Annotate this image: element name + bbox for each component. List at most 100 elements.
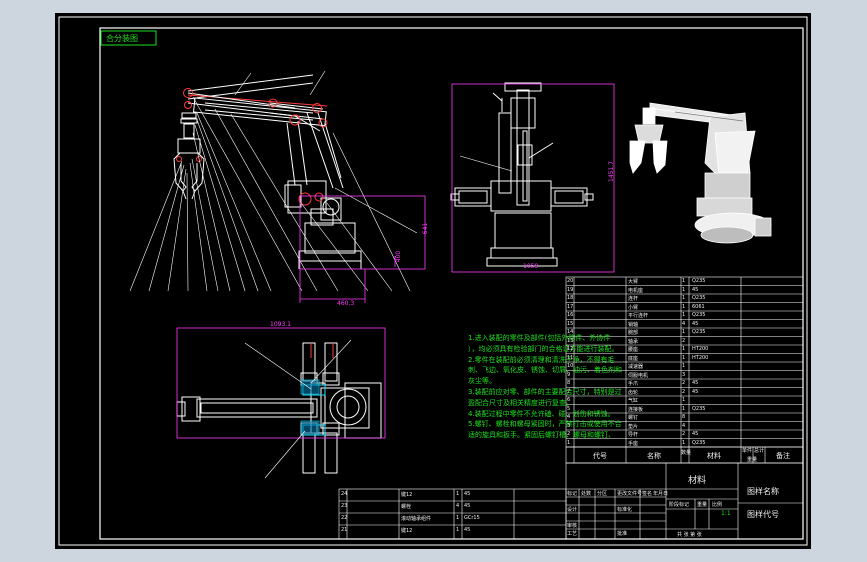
dim-front-small: 400 bbox=[395, 250, 403, 263]
sign-sheet: 共 张 第 张 bbox=[677, 532, 702, 538]
parts-right-name: 小臂 bbox=[628, 304, 639, 311]
parts-right-qty: 1 bbox=[682, 312, 686, 318]
note-line: 盈配合尺寸及相关精度进行复查。 bbox=[468, 398, 573, 407]
parts-right-name: 手爪 bbox=[628, 381, 639, 387]
parts-right-name: 平行连杆 bbox=[628, 313, 649, 319]
parts-bottom-name: 滚动轴承组件 bbox=[401, 516, 432, 522]
parts-right-qty: 2 bbox=[682, 388, 686, 395]
sign-design: 设计 bbox=[567, 507, 578, 513]
parts-right-qty: 1 bbox=[682, 295, 686, 301]
header-qty: 数量 bbox=[681, 450, 692, 456]
parts-right-name: 齿轮 bbox=[628, 389, 639, 396]
parts-right-qty: 2 bbox=[682, 431, 686, 437]
parts-right-qty: 8 bbox=[682, 414, 686, 420]
parts-right-name: 气缸 bbox=[628, 398, 639, 404]
note-line: 刺、飞边、氧化皮、锈蚀、切屑、油污、着色剂和 bbox=[468, 366, 622, 375]
parts-right-name: 手座 bbox=[628, 440, 639, 447]
header-name: 名称 bbox=[647, 452, 661, 460]
parts-bottom-qty: 1 bbox=[456, 527, 460, 533]
sign-change-doc: 更改文件号 bbox=[617, 491, 643, 497]
parts-right-mat: 45 bbox=[692, 431, 699, 437]
header-unit-weight: 单件 bbox=[742, 448, 753, 454]
title-material: 材料 bbox=[688, 476, 707, 486]
side-dimensions bbox=[451, 83, 615, 273]
note-line: 适的旋具和扳手。紧固后螺钉槽、螺母和螺钉、 bbox=[468, 431, 615, 440]
header-total-weight: 总计 bbox=[754, 448, 765, 454]
title-scale: 1:1 bbox=[721, 510, 731, 517]
parts-right-mat: HT200 bbox=[692, 354, 709, 361]
parts-right-no: 17 bbox=[567, 303, 574, 310]
header-remark: 备注 bbox=[776, 452, 790, 460]
parts-right-no: 5 bbox=[567, 405, 571, 412]
sign-weight: 重量 bbox=[697, 502, 708, 508]
parts-right-name: 大臂 bbox=[628, 279, 639, 285]
dim-side-width: 1059 bbox=[523, 263, 539, 270]
parts-right-no: 8 bbox=[567, 380, 571, 386]
title-drawing-code: 图样代号 bbox=[747, 510, 779, 519]
parts-right-no: 9 bbox=[567, 371, 571, 378]
parts-right-no: 11 bbox=[567, 354, 574, 361]
parts-right-qty: 1 bbox=[682, 439, 686, 446]
parts-bottom-mat: 45 bbox=[464, 527, 471, 533]
parts-right-name: 伺服电机 bbox=[628, 372, 649, 379]
parts-right-no: 15 bbox=[567, 320, 574, 327]
title-drawing-name: 图样名称 bbox=[747, 487, 779, 496]
note-line: 1.进入装配的零件及部件(包括外购件、外协件 bbox=[468, 334, 611, 342]
parts-right-name: 螺钉 bbox=[628, 415, 639, 421]
parts-bottom-name: 螺栓 bbox=[401, 504, 412, 510]
sign-process: 工艺 bbox=[567, 531, 578, 537]
parts-right-qty: 1 bbox=[682, 405, 686, 412]
parts-bottom-no: 22 bbox=[341, 515, 348, 521]
parts-right-no: 14 bbox=[567, 329, 574, 335]
parts-right-mat: Q235 bbox=[692, 312, 706, 318]
sign-signature: 签名 bbox=[642, 491, 653, 497]
parts-right-no: 2 bbox=[567, 431, 571, 437]
parts-right-name: 电机座 bbox=[628, 287, 644, 294]
parts-right-name: 减速器 bbox=[628, 364, 644, 370]
sign-zone: 分区 bbox=[597, 491, 608, 497]
parts-right-qty: 1 bbox=[682, 303, 686, 310]
parts-right-name: 连接板 bbox=[628, 406, 644, 413]
parts-right-qty: 2 bbox=[682, 380, 686, 386]
parts-right-qty: 1 bbox=[682, 329, 686, 335]
parts-right-qty: 1 bbox=[682, 286, 686, 293]
sign-scale: 比例 bbox=[712, 502, 723, 508]
note-line: 5.螺钉、螺栓和螺母紧固时，严禁打击或使用不合 bbox=[468, 420, 622, 429]
parts-bottom-mat: GCr15 bbox=[464, 515, 480, 521]
parts-right-name: 轴承 bbox=[628, 338, 639, 345]
parts-bottom-qty: 1 bbox=[456, 491, 460, 497]
sign-standardize: 标准化 bbox=[617, 507, 633, 513]
parts-bottom-mat: 45 bbox=[464, 503, 471, 509]
parts-right-no: 4 bbox=[567, 414, 571, 420]
drawing-sheet: 合分装图 460.3 641 400 1059 1451.7 1093.1 1.… bbox=[55, 13, 811, 549]
parts-list-bottom bbox=[338, 488, 567, 540]
parts-right-mat: 6061 bbox=[692, 303, 705, 310]
parts-right-qty: 1 bbox=[682, 397, 686, 403]
parts-right-mat: 45 bbox=[692, 286, 699, 293]
corner-label: 合分装图 bbox=[106, 34, 138, 43]
sign-mark: 标记 bbox=[567, 491, 578, 497]
parts-right-mat: 45 bbox=[692, 320, 699, 327]
front-dimensions bbox=[299, 195, 426, 303]
parts-right-no: 1 bbox=[567, 439, 571, 446]
sign-count: 处数 bbox=[581, 491, 592, 497]
parts-right-mat: Q235 bbox=[692, 329, 706, 335]
note-line: 4.装配过程中零件不允许磕、碰、划伤和锈蚀。 bbox=[468, 409, 615, 418]
parts-right-no: 12 bbox=[567, 346, 574, 352]
parts-right-no: 6 bbox=[567, 397, 571, 403]
iso-view bbox=[629, 102, 772, 244]
parts-bottom-no: 21 bbox=[341, 527, 348, 533]
parts-right-no: 18 bbox=[567, 295, 574, 301]
parts-right-mat: HT200 bbox=[692, 346, 709, 352]
parts-bottom-name: 键12 bbox=[401, 492, 413, 498]
parts-right-no: 7 bbox=[567, 388, 571, 395]
parts-right-mat: Q235 bbox=[692, 405, 706, 412]
header-weight: 重量 bbox=[747, 457, 758, 463]
parts-right-no: 20 bbox=[567, 278, 574, 284]
parts-right-qty: 3 bbox=[682, 371, 686, 378]
sign-date: 年月日 bbox=[653, 491, 669, 497]
parts-right-no: 19 bbox=[567, 286, 574, 293]
dim-front-height: 641 bbox=[422, 222, 430, 235]
parts-bottom-qty: 1 bbox=[456, 515, 460, 521]
sign-approve: 批准 bbox=[617, 531, 628, 537]
